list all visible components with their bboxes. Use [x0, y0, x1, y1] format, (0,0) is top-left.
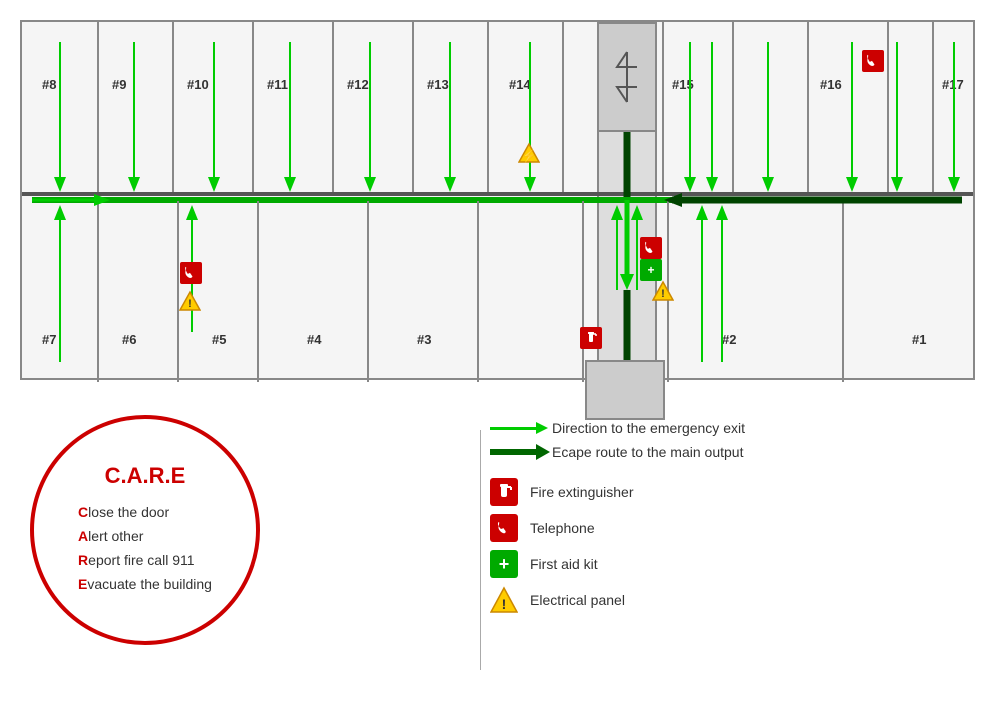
room-label-2: #2: [722, 332, 736, 347]
phone-icon-center: [640, 237, 662, 259]
corridor-divider: [22, 192, 973, 196]
floorplan: #8 #9 #10 #11 #12 #13 #14 #15 #16 #17 #7…: [20, 20, 975, 420]
room-div: [932, 22, 934, 192]
room-div-bot: [97, 201, 99, 382]
room-label-17: #17: [942, 77, 964, 92]
warning-icon-center: !: [652, 280, 674, 302]
room-div-bot: [257, 201, 259, 382]
section-divider: [480, 430, 481, 670]
room-div: [332, 22, 334, 192]
room-label-8: #8: [42, 77, 56, 92]
room-div: [662, 22, 664, 192]
room-div-bot: [367, 201, 369, 382]
legend-fire-ext-label: Fire extinguisher: [530, 484, 634, 500]
room-label-16: #16: [820, 77, 842, 92]
warning-icon-14: ⚡: [518, 142, 540, 164]
room-label-15: #15: [672, 77, 694, 92]
room-label-1: #1: [912, 332, 926, 347]
legend-thin-arrow-label: Direction to the emergency exit: [552, 420, 745, 436]
room-label-6: #6: [122, 332, 136, 347]
floor-outline: #8 #9 #10 #11 #12 #13 #14 #15 #16 #17 #7…: [20, 20, 975, 380]
room-div: [252, 22, 254, 192]
legend-phone-icon: [490, 514, 518, 542]
svg-text:!: !: [661, 288, 665, 300]
room-label-7: #7: [42, 332, 56, 347]
legend-thick-arrow: [490, 449, 540, 455]
care-title: C.A.R.E: [105, 463, 186, 489]
room-label-13: #13: [427, 77, 449, 92]
room-div: [172, 22, 174, 192]
legend-phone-label: Telephone: [530, 520, 595, 536]
room-label-9: #9: [112, 77, 126, 92]
svg-text:!: !: [188, 298, 192, 310]
legend-elec-icon: !: [490, 586, 518, 614]
room-div: [487, 22, 489, 192]
room-div: [887, 22, 889, 192]
room-div-bot: [842, 201, 844, 382]
phone-icon-16: [862, 50, 884, 72]
phone-icon-6: [180, 262, 202, 284]
room-label-4: #4: [307, 332, 321, 347]
room-label-12: #12: [347, 77, 369, 92]
escape-route-h: [32, 197, 952, 203]
legend-thick-arrow-label: Ecape route to the main output: [552, 444, 743, 460]
legend-elec-row: ! Electrical panel: [490, 586, 980, 614]
room-label-14: #14: [509, 77, 531, 92]
room-div: [807, 22, 809, 192]
legend-elec-label: Electrical panel: [530, 592, 625, 608]
room-label-5: #5: [212, 332, 226, 347]
care-circle: C.A.R.E Close the door Alert other Repor…: [30, 415, 260, 645]
room-label-11: #11: [267, 77, 288, 92]
room-div: [412, 22, 414, 192]
room-label-10: #10: [187, 77, 209, 92]
legend-thick-arrow-row: Ecape route to the main output: [490, 444, 980, 460]
legend-thin-arrow: [490, 427, 540, 430]
legend-firstaid-row: + First aid kit: [490, 550, 980, 578]
fire-ext-icon-3: [580, 327, 602, 349]
exit-box-bottom: [585, 360, 665, 420]
legend-thin-arrow-row: Direction to the emergency exit: [490, 420, 980, 436]
legend-fire-ext-icon: [490, 478, 518, 506]
firstaid-icon-center: +: [640, 259, 662, 281]
legend-firstaid-icon: +: [490, 550, 518, 578]
legend-fire-ext-row: Fire extinguisher: [490, 478, 980, 506]
legend-phone-row: Telephone: [490, 514, 980, 542]
room-label-3: #3: [417, 332, 431, 347]
svg-text:⚡: ⚡: [522, 149, 537, 163]
room-div-bot: [477, 201, 479, 382]
legend-section: Direction to the emergency exit Ecape ro…: [490, 420, 980, 622]
room-div: [562, 22, 564, 192]
room-div-bot: [582, 201, 584, 382]
warning-icon-6: !: [179, 290, 201, 312]
elevator-box: [597, 22, 657, 132]
legend-firstaid-label: First aid kit: [530, 556, 598, 572]
room-div: [97, 22, 99, 192]
svg-text:!: !: [502, 596, 507, 612]
room-div: [732, 22, 734, 192]
care-lines: Close the door Alert other Report fire c…: [78, 501, 212, 596]
